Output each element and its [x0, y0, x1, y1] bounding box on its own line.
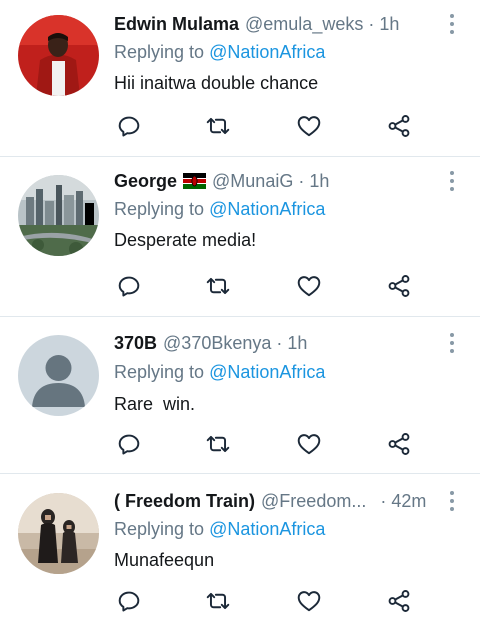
tweet-actions	[0, 588, 480, 616]
tweet-text: Rare win.	[114, 394, 196, 414]
avatar[interactable]	[18, 493, 99, 574]
like-icon[interactable]	[296, 273, 322, 299]
tweet-header: George @MunaiG · 1h	[114, 169, 434, 193]
replying-to: Replying to @NationAfrica	[114, 517, 325, 541]
red-jacket-person-avatar-icon	[18, 15, 99, 96]
replying-to: Replying to @NationAfrica	[114, 360, 325, 384]
reply-icon[interactable]	[116, 588, 142, 614]
kenya-flag-icon	[183, 171, 207, 189]
like-icon[interactable]	[296, 113, 322, 139]
share-icon[interactable]	[386, 113, 412, 139]
tweet-header: Edwin Mulama @emula_weks · 1h	[114, 12, 434, 36]
mention-link[interactable]: @NationAfrica	[209, 199, 325, 219]
tweet-text: Hii inaitwa double chance	[114, 73, 319, 93]
timestamp[interactable]: 1h	[287, 331, 307, 355]
avatar[interactable]	[18, 175, 99, 256]
avatar[interactable]	[18, 335, 99, 416]
reply-icon[interactable]	[116, 431, 142, 457]
mention-link[interactable]: @NationAfrica	[209, 362, 325, 382]
more-options-icon[interactable]	[446, 169, 458, 193]
retweet-icon[interactable]	[205, 273, 231, 299]
like-icon[interactable]	[296, 431, 322, 457]
replying-prefix: Replying to	[114, 42, 210, 62]
separator: ·	[298, 171, 305, 191]
share-icon[interactable]	[386, 588, 412, 614]
separator: ·	[276, 333, 283, 353]
author-name[interactable]: Edwin Mulama	[114, 12, 239, 36]
more-options-icon[interactable]	[446, 12, 458, 36]
replying-to: Replying to @NationAfrica	[114, 197, 325, 221]
mention-link[interactable]: @NationAfrica	[209, 42, 325, 62]
author-handle[interactable]: @emula_weks	[245, 12, 363, 36]
retweet-icon[interactable]	[205, 431, 231, 457]
separator: ·	[368, 14, 375, 34]
more-options-icon[interactable]	[446, 331, 458, 355]
mention-link[interactable]: @NationAfrica	[209, 519, 325, 539]
tweet-actions	[0, 273, 480, 301]
tweet-header: 370B @370Bkenya · 1h	[114, 331, 434, 355]
two-people-avatar-icon	[18, 493, 99, 574]
tweet-item[interactable]: George @MunaiG · 1h Replying to @NationA…	[0, 157, 480, 317]
author-handle[interactable]: @370Bkenya	[163, 331, 271, 355]
timestamp[interactable]: 1h	[309, 169, 329, 193]
tweet-actions	[0, 113, 480, 141]
share-icon[interactable]	[386, 431, 412, 457]
like-icon[interactable]	[296, 588, 322, 614]
tweet-text: Munafeequn	[114, 550, 215, 570]
timestamp[interactable]: 42m	[391, 489, 426, 513]
more-options-icon[interactable]	[446, 489, 458, 513]
tweet-item[interactable]: ( Freedom Train) @Freedom... · 42m Reply…	[0, 474, 480, 623]
tweet-header: ( Freedom Train) @Freedom... · 42m	[114, 489, 434, 513]
replying-prefix: Replying to	[114, 199, 210, 219]
default-profile-avatar-icon	[18, 335, 99, 416]
author-handle[interactable]: @MunaiG	[212, 169, 293, 193]
retweet-icon[interactable]	[205, 113, 231, 139]
city-skyline-avatar-icon	[18, 175, 99, 256]
tweet-actions	[0, 431, 480, 459]
tweet-text: Desperate media!	[114, 230, 257, 250]
retweet-icon[interactable]	[205, 588, 231, 614]
author-handle[interactable]: @Freedom...	[261, 489, 366, 513]
avatar[interactable]	[18, 15, 99, 96]
author-name[interactable]: ( Freedom Train)	[114, 489, 255, 513]
separator: ·	[380, 491, 387, 511]
replying-prefix: Replying to	[114, 362, 210, 382]
timestamp[interactable]: 1h	[379, 12, 399, 36]
share-icon[interactable]	[386, 273, 412, 299]
author-name[interactable]: 370B	[114, 331, 157, 355]
replying-to: Replying to @NationAfrica	[114, 40, 325, 64]
author-name[interactable]: George	[114, 169, 177, 193]
reply-icon[interactable]	[116, 273, 142, 299]
replying-prefix: Replying to	[114, 519, 210, 539]
tweet-item[interactable]: Edwin Mulama @emula_weks · 1h Replying t…	[0, 0, 480, 157]
reply-icon[interactable]	[116, 113, 142, 139]
tweet-item[interactable]: 370B @370Bkenya · 1h Replying to @Nation…	[0, 317, 480, 474]
